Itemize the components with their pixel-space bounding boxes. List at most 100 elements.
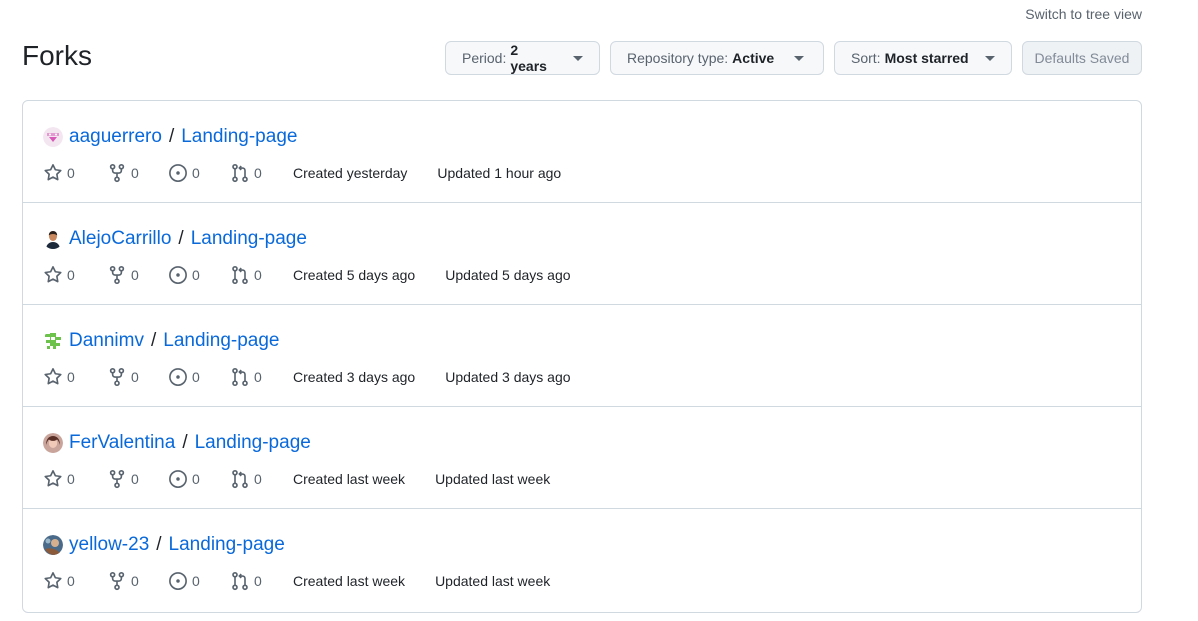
stars-stat[interactable]: 0 [43, 163, 107, 183]
created-date: Created last week [293, 573, 406, 589]
forks-stat[interactable]: 0 [107, 571, 168, 591]
issues-stat[interactable]: 0 [168, 367, 230, 387]
fork-repo-link[interactable]: Landing-page [191, 228, 307, 250]
forks-count: 0 [131, 573, 139, 589]
page-title: Forks [22, 40, 92, 71]
pull-requests-count: 0 [254, 267, 262, 283]
created-date: Created last week [293, 471, 406, 487]
fork-repo-link[interactable]: Landing-page [169, 534, 285, 556]
sort-filter-button[interactable]: Sort: Most starred [834, 41, 1012, 75]
owner-repo-separator: / [178, 228, 184, 249]
forks-count: 0 [131, 471, 139, 487]
updated-date: Updated last week [435, 573, 551, 589]
pull-requests-stat[interactable]: 0 [230, 469, 291, 489]
created-date: Created yesterday [293, 165, 408, 181]
avatar[interactable] [43, 229, 63, 249]
forks-count: 0 [131, 369, 139, 385]
git-pull-request-icon [232, 469, 248, 489]
issue-opened-icon [169, 368, 187, 386]
issue-opened-icon [169, 470, 187, 488]
issues-stat[interactable]: 0 [168, 265, 230, 285]
updated-date: Updated 1 hour ago [437, 165, 562, 181]
issues-count: 0 [192, 165, 200, 181]
forks-count: 0 [131, 165, 139, 181]
fork-owner-link[interactable]: Dannimv [69, 330, 144, 352]
stars-count: 0 [67, 573, 75, 589]
pull-requests-count: 0 [254, 369, 262, 385]
avatar[interactable] [43, 331, 63, 351]
fork-owner-link[interactable]: AlejoCarrillo [69, 228, 171, 250]
fork-owner-link[interactable]: yellow-23 [69, 534, 149, 556]
avatar[interactable] [43, 127, 63, 147]
owner-repo-separator: / [150, 330, 157, 351]
forks-stat[interactable]: 0 [107, 163, 168, 183]
triangle-down-icon [794, 55, 805, 61]
repo-forked-icon [109, 367, 125, 387]
fork-list-item: Dannimv / Landing-page 0 0 0 0 Created 3… [23, 305, 1141, 407]
forks-list: aaguerrero / Landing-page 0 0 0 0 Create… [22, 100, 1142, 613]
star-icon [44, 368, 62, 385]
pull-requests-stat[interactable]: 0 [230, 367, 291, 387]
star-icon [44, 572, 62, 589]
created-date: Created 5 days ago [293, 267, 416, 283]
avatar[interactable] [43, 433, 63, 453]
fork-owner-link[interactable]: FerValentina [69, 432, 175, 454]
fork-meta: 0 0 0 0 Created yesterday Updated 1 hour… [43, 163, 561, 183]
fork-repo-link[interactable]: Landing-page [195, 432, 311, 454]
forks-stat[interactable]: 0 [107, 469, 168, 489]
fork-name-line: Dannimv / Landing-page [43, 330, 279, 352]
fork-meta: 0 0 0 0 Created 5 days ago Updated 5 day… [43, 265, 571, 285]
stars-stat[interactable]: 0 [43, 571, 107, 591]
fork-list-item: yellow-23 / Landing-page 0 0 0 0 Created… [23, 509, 1141, 612]
fork-list-item: aaguerrero / Landing-page 0 0 0 0 Create… [23, 101, 1141, 203]
pull-requests-stat[interactable]: 0 [230, 265, 291, 285]
repository-type-filter-button[interactable]: Repository type: Active [610, 41, 824, 75]
git-pull-request-icon [232, 265, 248, 285]
stars-stat[interactable]: 0 [43, 265, 107, 285]
fork-repo-link[interactable]: Landing-page [181, 126, 297, 148]
pull-requests-stat[interactable]: 0 [230, 571, 291, 591]
fork-name-line: aaguerrero / Landing-page [43, 126, 297, 148]
repo-forked-icon [109, 571, 125, 591]
period-value: 2 years [510, 42, 547, 74]
issues-count: 0 [192, 573, 200, 589]
issues-stat[interactable]: 0 [168, 571, 230, 591]
issue-opened-icon [169, 164, 187, 182]
fork-list-item: FerValentina / Landing-page 0 0 0 0 Crea… [23, 407, 1141, 509]
repository-type-label: Repository type: [627, 50, 729, 66]
period-filter-button[interactable]: Period: 2 years [445, 41, 600, 75]
owner-repo-separator: / [182, 432, 188, 453]
issues-stat[interactable]: 0 [168, 469, 230, 489]
forks-stat[interactable]: 0 [107, 265, 168, 285]
stars-count: 0 [67, 369, 75, 385]
period-label: Period: [462, 50, 507, 66]
switch-to-tree-view-link[interactable]: Switch to tree view [1025, 6, 1142, 22]
stars-stat[interactable]: 0 [43, 469, 107, 489]
stars-count: 0 [67, 165, 75, 181]
defaults-saved-button: Defaults Saved [1022, 41, 1142, 75]
updated-date: Updated 5 days ago [445, 267, 571, 283]
repo-forked-icon [109, 163, 125, 183]
issues-stat[interactable]: 0 [168, 163, 230, 183]
pull-requests-stat[interactable]: 0 [230, 163, 291, 183]
git-pull-request-icon [232, 163, 248, 183]
forks-stat[interactable]: 0 [107, 367, 168, 387]
star-icon [44, 266, 62, 283]
fork-meta: 0 0 0 0 Created 3 days ago Updated 3 day… [43, 367, 571, 387]
sort-label: Sort: [851, 50, 881, 66]
star-icon [44, 470, 62, 487]
sort-value: Most starred [884, 50, 969, 66]
fork-name-line: FerValentina / Landing-page [43, 432, 311, 454]
fork-owner-link[interactable]: aaguerrero [69, 126, 162, 148]
owner-repo-separator: / [168, 126, 175, 147]
issues-count: 0 [192, 267, 200, 283]
stars-stat[interactable]: 0 [43, 367, 107, 387]
fork-repo-link[interactable]: Landing-page [163, 330, 279, 352]
owner-repo-separator: / [156, 534, 162, 555]
pull-requests-count: 0 [254, 471, 262, 487]
issue-opened-icon [169, 266, 187, 284]
fork-name-line: yellow-23 / Landing-page [43, 534, 285, 556]
avatar[interactable] [43, 535, 63, 555]
repo-forked-icon [109, 265, 125, 285]
fork-meta: 0 0 0 0 Created last week Updated last w… [43, 469, 550, 489]
